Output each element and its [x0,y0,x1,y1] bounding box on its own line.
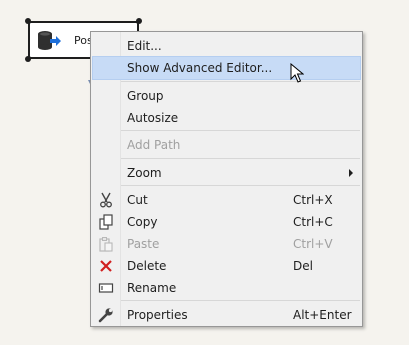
menu-item-autosize[interactable]: Autosize [93,107,360,129]
menu-item-label: Rename [127,281,177,295]
menu-item-shortcut: Ctrl+V [293,237,333,251]
menu-item-cut[interactable]: Cut Ctrl+X [93,189,360,211]
resize-handle-top-left[interactable] [25,18,31,24]
menu-item-label: Autosize [127,111,179,125]
menu-separator [121,185,360,186]
copy-icon [99,214,113,230]
menu-item-label: Show Advanced Editor... [127,61,273,75]
context-menu: Edit... Show Advanced Editor... Group Au… [90,31,363,327]
menu-separator [121,81,360,82]
menu-item-label: Paste [127,237,160,251]
menu-item-rename[interactable]: Rename [93,277,360,299]
menu-item-label: Properties [127,308,188,322]
rename-icon [98,283,114,293]
menu-item-label: Edit... [127,39,162,53]
menu-item-label: Group [127,89,164,103]
menu-item-properties[interactable]: Properties Alt+Enter [93,304,360,326]
menu-item-label: Add Path [127,138,181,152]
menu-item-zoom[interactable]: Zoom [93,162,360,184]
designer-canvas[interactable]: Post Edit... Show Advanced Editor... Gro… [0,0,409,345]
menu-item-shortcut: Ctrl+X [293,193,333,207]
menu-item-shortcut: Ctrl+C [293,215,333,229]
menu-item-edit[interactable]: Edit... [93,35,360,57]
menu-item-label: Delete [127,259,167,273]
mouse-pointer-icon [290,63,304,83]
menu-separator [121,158,360,159]
menu-item-label: Cut [127,193,148,207]
menu-item-shortcut: Alt+Enter [293,308,352,322]
menu-item-copy[interactable]: Copy Ctrl+C [93,211,360,233]
menu-item-label: Zoom [127,166,162,180]
scissors-icon [100,192,112,208]
menu-item-add-path: Add Path [93,134,360,156]
wrench-icon [98,308,113,323]
resize-handle-bottom-left[interactable] [25,56,31,62]
menu-item-shortcut: Del [293,259,313,273]
menu-item-paste: Paste Ctrl+V [93,233,360,255]
submenu-arrow-icon [349,169,353,177]
menu-item-delete[interactable]: Delete Del [93,255,360,277]
destination-db-icon [38,31,61,50]
delete-x-icon [100,260,112,272]
menu-separator [121,300,360,301]
menu-item-show-advanced-editor[interactable]: Show Advanced Editor... [92,56,361,80]
menu-item-group[interactable]: Group [93,85,360,107]
resize-handle-top-right[interactable] [136,18,142,24]
paste-icon [99,237,113,252]
menu-item-label: Copy [127,215,158,229]
menu-separator [121,130,360,131]
